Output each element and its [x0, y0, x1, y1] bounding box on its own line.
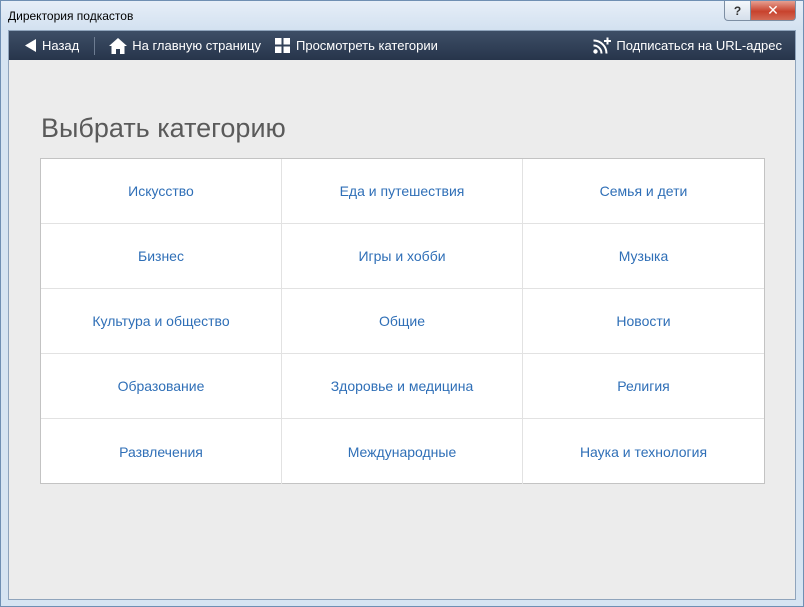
- toolbar-divider: [94, 36, 96, 55]
- browse-categories-button[interactable]: Просмотреть категории: [275, 31, 438, 60]
- category-religion[interactable]: Религия: [523, 354, 764, 419]
- window-controls: ? ✕: [724, 1, 796, 21]
- category-news[interactable]: Новости: [523, 289, 764, 354]
- back-arrow-icon: [25, 39, 36, 52]
- subscribe-url-button[interactable]: Подписаться на URL-адрес: [593, 31, 782, 60]
- category-games-hobbies[interactable]: Игры и хобби: [282, 224, 523, 289]
- category-food-travel[interactable]: Еда и путешествия: [282, 159, 523, 224]
- browse-categories-label: Просмотреть категории: [296, 38, 438, 53]
- page-title: Выбрать категорию: [41, 113, 286, 143]
- app-window: Директория подкастов ? ✕ Назад На главну…: [0, 0, 804, 607]
- category-culture-society[interactable]: Культура и общество: [41, 289, 282, 354]
- back-label: Назад: [42, 38, 80, 53]
- toolbar: Назад На главную страницу Просмотреть ка…: [9, 31, 795, 60]
- category-health-medicine[interactable]: Здоровье и медицина: [282, 354, 523, 419]
- category-arts[interactable]: Искусство: [41, 159, 282, 224]
- category-science-technology[interactable]: Наука и технология: [523, 419, 764, 484]
- category-grid: Искусство Еда и путешествия Семья и дети…: [40, 158, 765, 484]
- rss-add-icon: [593, 37, 612, 54]
- category-general[interactable]: Общие: [282, 289, 523, 354]
- home-icon: [109, 37, 128, 54]
- category-business[interactable]: Бизнес: [41, 224, 282, 289]
- category-entertainment[interactable]: Развлечения: [41, 419, 282, 484]
- category-education[interactable]: Образование: [41, 354, 282, 419]
- close-button[interactable]: ✕: [751, 1, 796, 21]
- help-button[interactable]: ?: [724, 1, 751, 21]
- title-bar[interactable]: Директория подкастов ? ✕: [1, 1, 803, 30]
- window-title: Директория подкастов: [8, 9, 134, 23]
- home-label: На главную страницу: [132, 38, 261, 53]
- home-button[interactable]: На главную страницу: [109, 31, 261, 60]
- category-music[interactable]: Музыка: [523, 224, 764, 289]
- grid-icon: [275, 38, 290, 53]
- subscribe-url-label: Подписаться на URL-адрес: [616, 38, 782, 53]
- category-international[interactable]: Международные: [282, 419, 523, 484]
- back-button[interactable]: Назад: [25, 31, 79, 60]
- client-area: Назад На главную страницу Просмотреть ка…: [8, 30, 796, 600]
- category-family-kids[interactable]: Семья и дети: [523, 159, 764, 224]
